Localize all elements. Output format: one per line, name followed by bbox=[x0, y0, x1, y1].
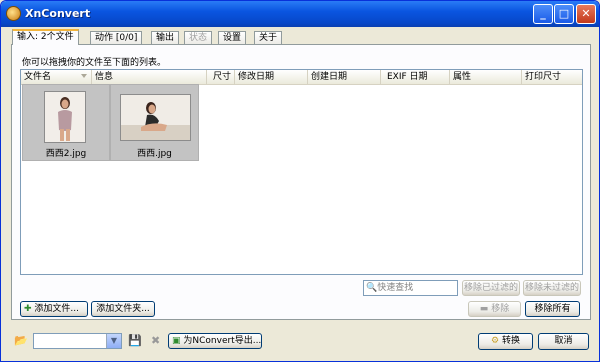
input-panel: 你可以拖拽你的文件至下面的列表。 文件名 信息 尺寸 修改日期 创建日期 EXI… bbox=[11, 44, 591, 320]
bottom-toolbar: 📂 ▼ 💾 ✖ ▣ 为NConvert导出... ⚙ 转换 取消 bbox=[1, 325, 599, 361]
minimize-button[interactable]: _ bbox=[533, 4, 553, 24]
export-label: 为NConvert导出... bbox=[183, 336, 262, 346]
convert-button[interactable]: ⚙ 转换 bbox=[478, 333, 533, 350]
photo-portrait-image bbox=[44, 91, 86, 143]
drag-hint: 你可以拖拽你的文件至下面的列表。 bbox=[22, 58, 167, 68]
convert-label: 转换 bbox=[501, 336, 520, 346]
window-title: XnConvert bbox=[25, 7, 91, 20]
file-thumbnail[interactable]: 西西.jpg bbox=[110, 84, 199, 161]
remove-filtered-button[interactable]: 移除已过滤的 bbox=[462, 280, 520, 296]
tab-input[interactable]: 输入: 2个文件 bbox=[12, 29, 79, 45]
tab-actions[interactable]: 动作 [0/0] bbox=[90, 31, 143, 44]
preset-combobox[interactable]: ▼ bbox=[33, 333, 122, 349]
column-print-size[interactable]: 打印尺寸 bbox=[522, 70, 582, 84]
column-created-date[interactable]: 创建日期 bbox=[308, 70, 381, 84]
minus-icon: ▬ bbox=[479, 304, 489, 314]
quick-search-input[interactable]: 🔍快速查找 bbox=[363, 280, 458, 296]
delete-icon[interactable]: ✖ bbox=[151, 334, 160, 348]
close-button[interactable]: ✕ bbox=[576, 4, 596, 24]
tab-output[interactable]: 输出 bbox=[151, 31, 180, 44]
export-nconvert-button[interactable]: ▣ 为NConvert导出... bbox=[168, 333, 262, 349]
file-list[interactable]: 文件名 信息 尺寸 修改日期 创建日期 EXIF 日期 属性 打印尺寸 西西2.… bbox=[20, 69, 583, 275]
column-attributes[interactable]: 属性 bbox=[450, 70, 522, 84]
column-exif-date[interactable]: EXIF 日期 bbox=[381, 70, 450, 84]
app-icon bbox=[6, 6, 21, 21]
add-plus-icon: ✚ bbox=[24, 304, 32, 314]
remove-all-button[interactable]: 移除所有 bbox=[525, 301, 580, 317]
cancel-button[interactable]: 取消 bbox=[538, 333, 589, 350]
save-icon[interactable]: 💾 bbox=[128, 334, 142, 348]
sort-arrow-icon bbox=[81, 74, 87, 78]
add-files-button[interactable]: ✚ 添加文件... bbox=[20, 301, 88, 317]
tab-settings[interactable]: 设置 bbox=[218, 31, 247, 44]
xnconvert-window: XnConvert _ □ ✕ 输入: 2个文件 动作 [0/0] 输出 状态 … bbox=[0, 0, 600, 362]
export-icon: ▣ bbox=[172, 336, 181, 346]
file-name-label: 西西.jpg bbox=[137, 149, 172, 159]
open-folder-icon[interactable]: 📂 bbox=[14, 334, 28, 348]
search-icon: 🔍 bbox=[366, 283, 378, 293]
chevron-down-icon[interactable]: ▼ bbox=[106, 334, 121, 348]
remove-unfiltered-button[interactable]: 移除未过滤的 bbox=[523, 280, 581, 296]
tab-about[interactable]: 关于 bbox=[254, 31, 283, 44]
remove-label: 移除 bbox=[491, 304, 510, 314]
column-info[interactable]: 信息 bbox=[92, 70, 207, 84]
file-name-label: 西西2.jpg bbox=[45, 149, 87, 159]
title-bar[interactable]: XnConvert _ □ ✕ bbox=[1, 1, 599, 27]
column-modified-date[interactable]: 修改日期 bbox=[235, 70, 308, 84]
maximize-button[interactable]: □ bbox=[554, 4, 574, 24]
search-placeholder: 快速查找 bbox=[377, 283, 414, 293]
remove-button[interactable]: ▬ 移除 bbox=[468, 301, 521, 317]
tab-status[interactable]: 状态 bbox=[184, 31, 213, 44]
photo-landscape-image bbox=[120, 94, 191, 141]
add-folder-button[interactable]: 添加文件夹... bbox=[91, 301, 155, 317]
convert-icon: ⚙ bbox=[491, 336, 500, 346]
add-files-label: 添加文件... bbox=[34, 304, 80, 314]
file-thumbnail[interactable]: 西西2.jpg bbox=[22, 84, 110, 161]
column-size[interactable]: 尺寸 bbox=[207, 70, 235, 84]
list-header: 文件名 信息 尺寸 修改日期 创建日期 EXIF 日期 属性 打印尺寸 bbox=[21, 70, 582, 85]
